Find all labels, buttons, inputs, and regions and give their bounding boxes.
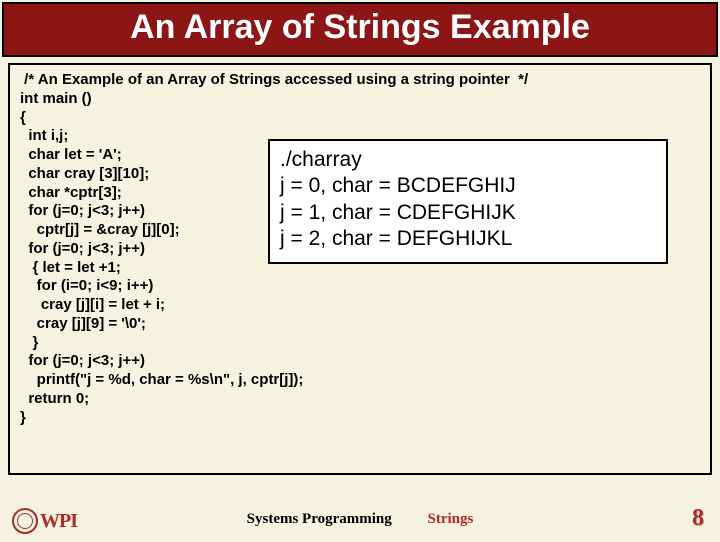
footer-topic: Strings — [428, 511, 474, 527]
title-text: An Array of Strings Example — [130, 8, 590, 46]
slide-title: An Array of Strings Example — [2, 2, 718, 57]
page-number: 8 — [692, 505, 704, 532]
code-block: /* An Example of an Array of Strings acc… — [8, 63, 712, 475]
footer-course: Systems Programming — [247, 511, 392, 527]
footer: WPI Systems Programming Strings 8 — [0, 502, 720, 536]
footer-center: Systems Programming Strings — [0, 511, 720, 528]
output-box: ./charray j = 0, char = BCDEFGHIJ j = 1,… — [268, 139, 668, 264]
output-text: ./charray j = 0, char = BCDEFGHIJ j = 1,… — [280, 148, 516, 250]
